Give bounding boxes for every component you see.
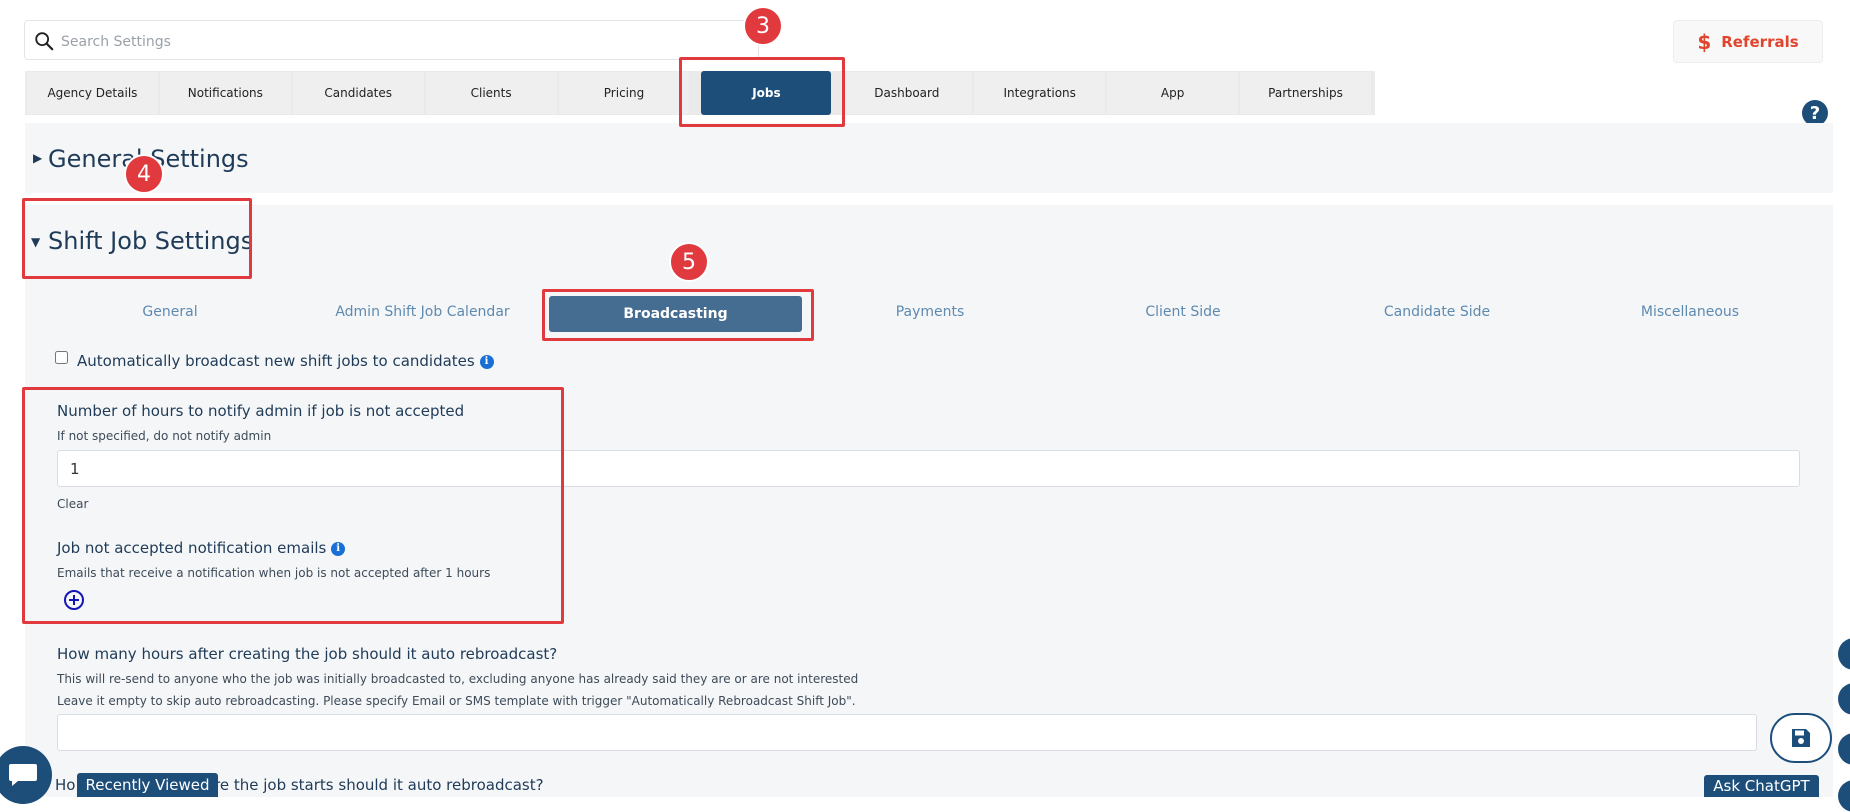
- chat-bubble-icon: [9, 764, 37, 786]
- rebroadcast-before-label-start: Ho: [55, 776, 76, 794]
- tab-integrations[interactable]: Integrations: [974, 72, 1106, 114]
- rebroadcast-before-label-end: re the job starts should it auto rebroad…: [214, 776, 544, 794]
- side-action-button[interactable]: [1838, 638, 1850, 670]
- tab-notifications[interactable]: Notifications: [159, 72, 291, 114]
- floppy-disk-icon: [1792, 729, 1810, 747]
- tab-clients[interactable]: Clients: [425, 72, 557, 114]
- ask-chatgpt-button[interactable]: Ask ChatGPT: [1704, 775, 1819, 797]
- annotation-box-broadcasting: [542, 289, 814, 341]
- tab-agency-details[interactable]: Agency Details: [27, 72, 158, 114]
- tab-candidates[interactable]: Candidates: [292, 72, 424, 114]
- tab-pricing[interactable]: Pricing: [558, 72, 690, 114]
- auto-broadcast-checkbox[interactable]: [55, 351, 68, 364]
- subtab-candidate-side[interactable]: Candidate Side: [1362, 304, 1512, 320]
- rebroadcast-after-hint1: This will re-send to anyone who the job …: [57, 672, 859, 686]
- referrals-button[interactable]: $ Referrals: [1673, 20, 1823, 63]
- subtab-miscellaneous[interactable]: Miscellaneous: [1620, 304, 1760, 320]
- annotation-box-jobs: [679, 57, 845, 127]
- annotation-badge-4: 4: [124, 154, 164, 194]
- auto-broadcast-text: Automatically broadcast new shift jobs t…: [77, 352, 475, 370]
- subtab-general[interactable]: General: [105, 304, 235, 320]
- annotation-badge-5: 5: [669, 242, 709, 282]
- referrals-label: Referrals: [1721, 32, 1799, 51]
- rebroadcast-after-label: How many hours after creating the job sh…: [57, 645, 558, 663]
- search-input[interactable]: [59, 29, 743, 55]
- rebroadcast-after-hint2: Leave it empty to skip auto rebroadcasti…: [57, 694, 856, 708]
- general-settings-section: [25, 123, 1833, 193]
- search-bar[interactable]: [24, 20, 759, 60]
- rebroadcast-after-input[interactable]: [57, 714, 1757, 751]
- save-button[interactable]: [1770, 713, 1832, 763]
- side-action-button[interactable]: [1838, 683, 1850, 715]
- search-icon: [35, 32, 54, 51]
- caret-right-icon[interactable]: ▶: [33, 151, 42, 165]
- auto-broadcast-label: Automatically broadcast new shift jobs t…: [77, 352, 494, 370]
- dollar-icon: $: [1697, 29, 1712, 54]
- tab-dashboard[interactable]: Dashboard: [841, 72, 973, 114]
- recently-viewed-button[interactable]: Recently Viewed: [77, 773, 218, 797]
- info-icon[interactable]: i: [479, 354, 494, 369]
- tab-app[interactable]: App: [1107, 72, 1239, 114]
- annotation-badge-3: 3: [743, 6, 783, 46]
- tab-partnerships[interactable]: Partnerships: [1240, 72, 1371, 114]
- side-action-button[interactable]: [1838, 780, 1850, 812]
- annotation-box-shift-settings: [22, 198, 252, 279]
- subtab-client-side[interactable]: Client Side: [1118, 304, 1248, 320]
- annotation-box-notify-fields: [22, 387, 564, 624]
- subtab-admin-calendar[interactable]: Admin Shift Job Calendar: [320, 304, 525, 320]
- side-action-button[interactable]: [1838, 733, 1850, 765]
- subtab-payments[interactable]: Payments: [865, 304, 995, 320]
